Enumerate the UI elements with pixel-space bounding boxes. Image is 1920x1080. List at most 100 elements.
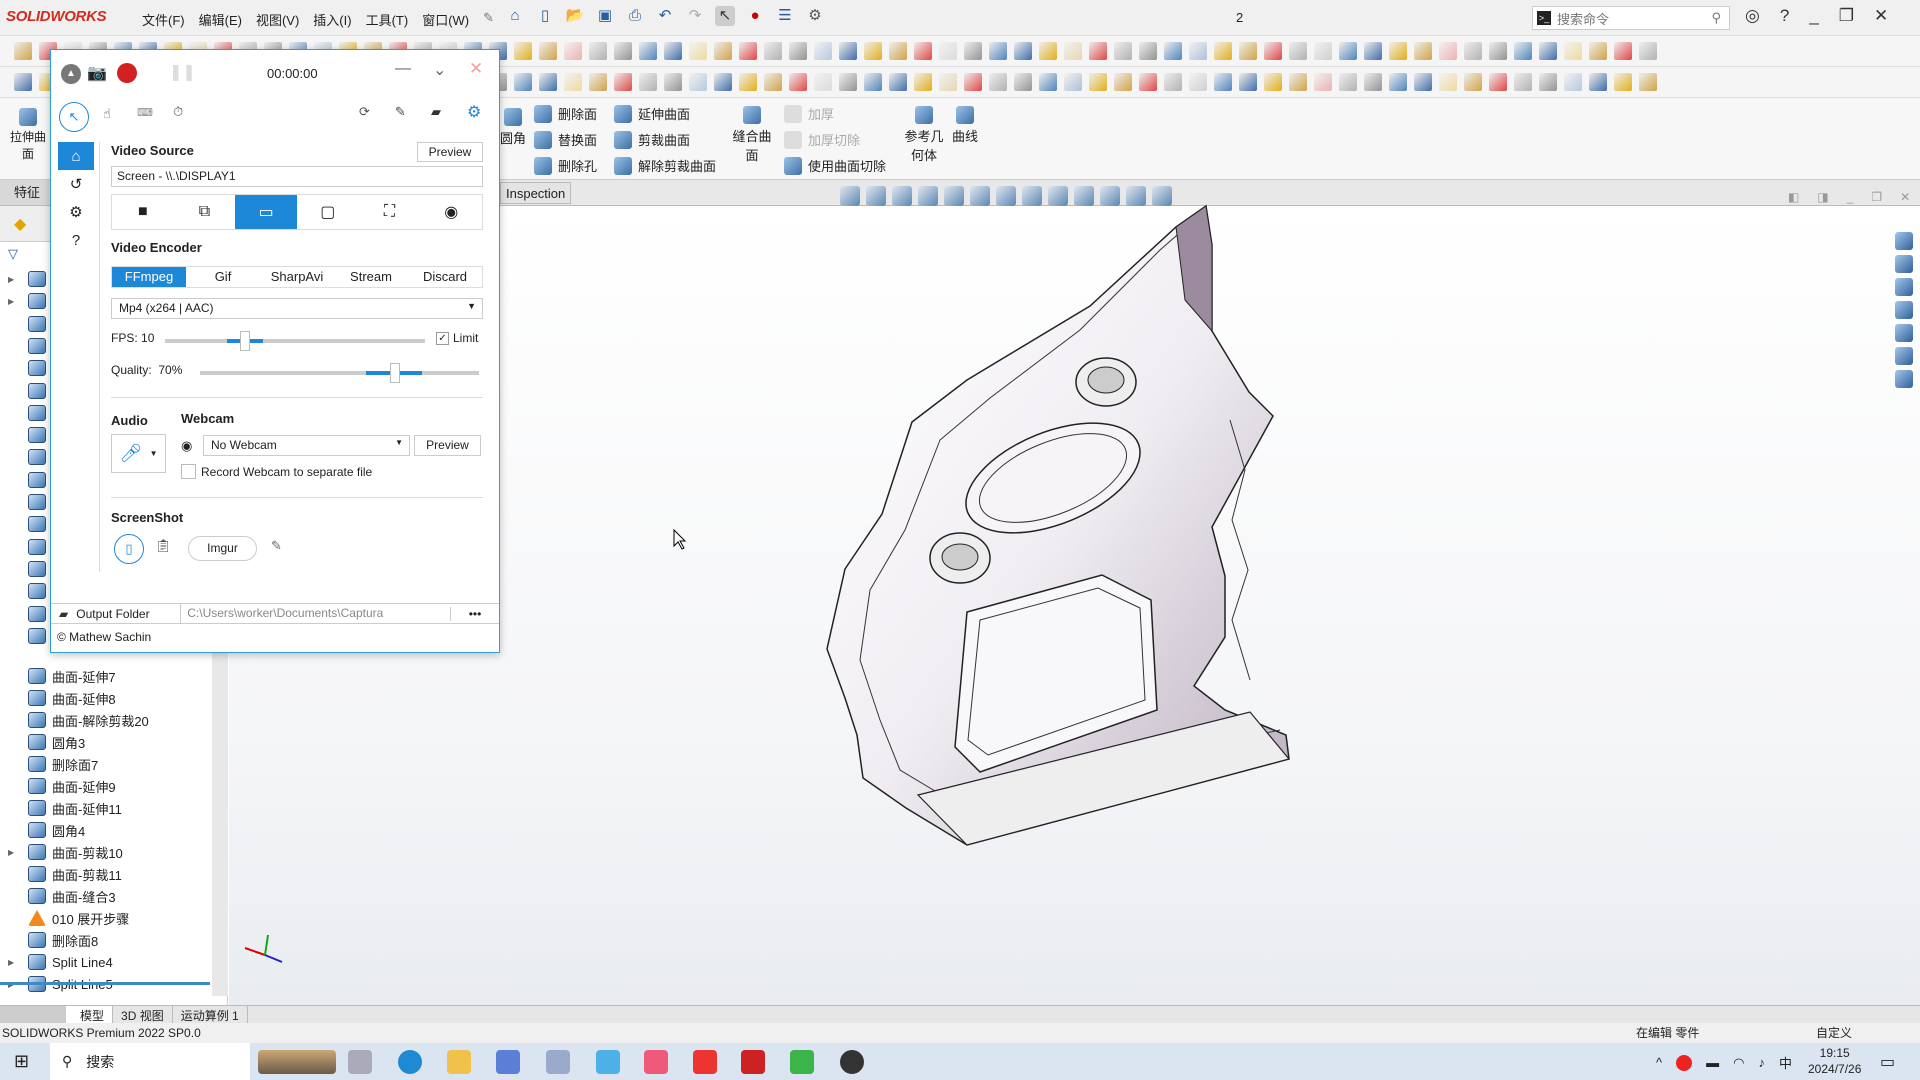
audio-source-dropdown[interactable]: 🎤︎ ▼ <box>111 434 166 473</box>
close-button[interactable]: ✕ <box>469 59 483 79</box>
tree-item[interactable]: 曲面-延伸7 <box>0 665 116 687</box>
wifi-icon[interactable]: ◠ <box>1733 1055 1744 1071</box>
settings-gear-icon[interactable]: ⚙ <box>467 102 481 122</box>
tree-item[interactable] <box>0 357 52 379</box>
tree-item[interactable] <box>0 536 52 558</box>
quality-slider[interactable] <box>200 363 479 383</box>
webcam-preview-button[interactable]: Preview <box>414 435 481 456</box>
tree-item[interactable] <box>0 513 52 535</box>
click-toggle-icon[interactable]: ☝ <box>103 106 111 122</box>
save-to-disk-icon[interactable]: ▯ <box>114 534 144 564</box>
clipboard-icon[interactable]: 📋︎ <box>155 538 172 554</box>
tree-item[interactable]: ▶ <box>0 290 52 312</box>
tree-item[interactable] <box>0 446 52 468</box>
file-explorer-icon[interactable] <box>447 1050 471 1074</box>
tree-item[interactable] <box>0 424 52 446</box>
tree-item[interactable] <box>0 603 52 625</box>
screenshot-camera-icon[interactable]: 📷 <box>87 63 107 83</box>
home-icon[interactable]: ⌂ <box>58 142 94 170</box>
windows-start-icon[interactable]: ⊞ <box>14 1051 29 1072</box>
fps-slider[interactable] <box>165 331 425 351</box>
tree-item[interactable]: ▶ <box>0 268 52 290</box>
refresh-icon[interactable]: ⟳ <box>359 104 370 120</box>
app-icon-3[interactable] <box>596 1050 620 1074</box>
tree-item[interactable] <box>0 380 52 402</box>
tab-model[interactable]: 模型 <box>66 1006 114 1023</box>
task-view-icon[interactable] <box>348 1050 372 1074</box>
webcam-dropdown[interactable]: No Webcam ▼ <box>203 435 410 456</box>
volume-icon[interactable]: ♪ <box>1758 1055 1765 1070</box>
imgur-button[interactable]: Imgur <box>188 536 257 561</box>
filter-icon[interactable]: ▽ <box>8 246 18 262</box>
clock[interactable]: 19:15 2024/7/26 <box>1808 1045 1861 1077</box>
tree-item[interactable]: 曲面-剪裁11 <box>0 863 122 885</box>
tab-motion-study[interactable]: 运动算例 1 <box>173 1006 248 1023</box>
pause-button[interactable]: ❚❚ <box>169 62 196 82</box>
expand-arrow-icon[interactable]: ▶ <box>8 958 20 967</box>
fps-limit-checkbox[interactable]: ✓ Limit <box>436 331 478 345</box>
tree-item[interactable] <box>0 558 52 580</box>
tree-item[interactable] <box>0 402 52 424</box>
wps-icon[interactable] <box>693 1050 717 1074</box>
tree-item[interactable] <box>0 491 52 513</box>
encoder-tab-discard[interactable]: Discard <box>408 267 482 287</box>
captura-taskbar-icon[interactable] <box>840 1050 864 1074</box>
tree-item[interactable]: 010 展开步骤 <box>0 907 129 929</box>
format-dropdown[interactable]: Mp4 (x264 | AAC) ▼ <box>111 298 483 319</box>
tab-scroll-arrows[interactable] <box>0 1006 66 1023</box>
tree-item[interactable] <box>0 335 52 357</box>
keystrokes-toggle-icon[interactable]: ⌨ <box>137 106 153 119</box>
minimize-button[interactable]: — <box>395 60 411 78</box>
recording-icon[interactable] <box>1676 1054 1693 1071</box>
video-source-preview-button[interactable]: Preview <box>417 142 483 162</box>
encoder-tab-sharpavi[interactable]: SharpAvi <box>260 267 334 287</box>
solidworks-taskbar-icon[interactable] <box>741 1050 765 1074</box>
more-options-button[interactable]: ••• <box>450 606 499 621</box>
edge-browser-icon[interactable] <box>398 1050 422 1074</box>
fps-slider-thumb[interactable] <box>240 331 250 351</box>
notifications-icon[interactable]: ▭ <box>1880 1052 1895 1072</box>
app-icon-1[interactable] <box>496 1050 520 1074</box>
taskbar-search[interactable]: ⚲ 搜索 <box>50 1043 250 1080</box>
encoder-tab-gif[interactable]: Gif <box>186 267 260 287</box>
help-icon[interactable]: ? <box>58 226 94 254</box>
tree-item[interactable]: ▶ Split Line4 <box>0 951 113 973</box>
timer-icon[interactable]: ⏱ <box>173 104 183 120</box>
units-selector[interactable]: 自定义 <box>1816 1023 1852 1043</box>
tree-item[interactable]: 圆角3 <box>0 731 85 753</box>
tree-item[interactable]: 曲面-延伸8 <box>0 687 116 709</box>
rollback-bar[interactable] <box>0 982 210 985</box>
app-icon-4[interactable] <box>644 1050 668 1074</box>
tree-item[interactable] <box>0 625 52 647</box>
tab-3d-view[interactable]: 3D 视图 <box>113 1006 173 1023</box>
fullscreen-icon[interactable]: ⛶ <box>359 195 421 229</box>
output-folder-path[interactable]: C:\Users\worker\Documents\Captura <box>180 604 450 623</box>
tree-item[interactable] <box>0 469 52 491</box>
folder-icon[interactable]: ▰ <box>431 104 441 120</box>
tree-item[interactable]: 删除面7 <box>0 753 98 775</box>
tree-item[interactable] <box>0 580 52 602</box>
tree-item[interactable]: 删除面8 <box>0 929 98 951</box>
expand-arrow-icon[interactable]: ▶ <box>8 848 20 857</box>
tray-expand-icon[interactable]: ^ <box>1656 1055 1662 1070</box>
tree-item[interactable]: 曲面-延伸11 <box>0 797 122 819</box>
screen-icon[interactable]: ▭ <box>235 195 298 229</box>
folder-icon[interactable]: ▰ <box>51 607 76 621</box>
collapse-button[interactable]: ▲ <box>61 64 81 84</box>
encoder-tab-ffmpeg[interactable]: FFmpeg <box>112 267 186 287</box>
ime-indicator[interactable]: 中 <box>1779 1053 1792 1072</box>
brush-icon[interactable]: ✎ <box>395 104 406 120</box>
webcam-icon[interactable]: ■ <box>112 195 174 229</box>
app-icon-2[interactable] <box>546 1050 570 1074</box>
record-button[interactable] <box>117 63 137 83</box>
cursor-toggle-icon[interactable]: ↖ <box>59 102 89 132</box>
window-icon[interactable]: ▢ <box>297 195 359 229</box>
tree-item[interactable] <box>0 313 52 335</box>
video-source-field[interactable]: Screen - \\.\DISPLAY1 <box>111 166 483 187</box>
wechat-icon[interactable] <box>790 1050 814 1074</box>
region-icon[interactable]: ⧉ <box>174 195 236 229</box>
expand-chevron-icon[interactable]: ⌄ <box>433 60 446 80</box>
history-icon[interactable]: ↺ <box>58 170 94 198</box>
tree-item[interactable]: 曲面-缝合3 <box>0 885 116 907</box>
gamepad-icon[interactable]: ◉ <box>420 195 482 229</box>
